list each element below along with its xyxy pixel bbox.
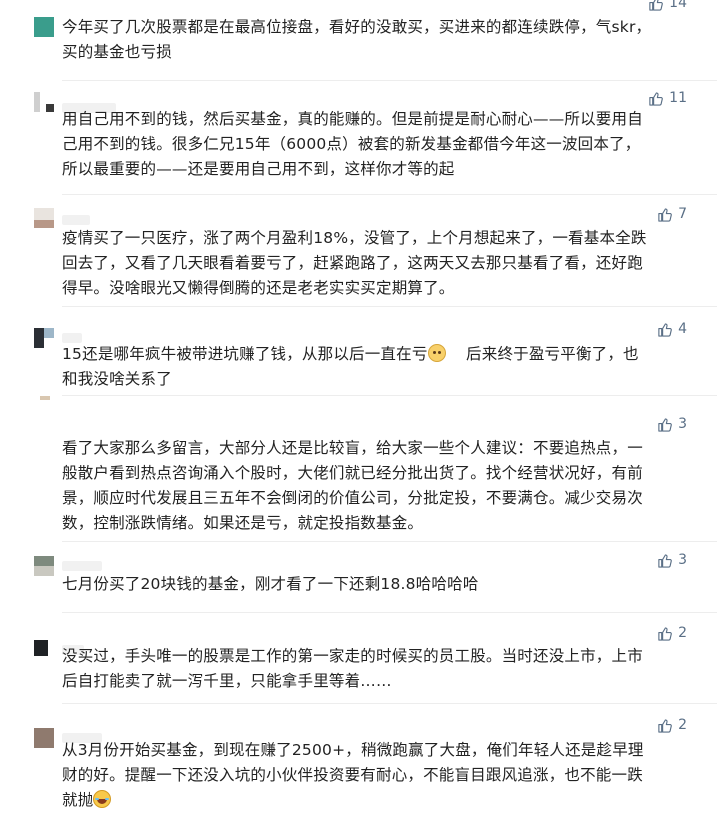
thumbs-up-icon xyxy=(658,626,672,641)
comment-text: 疫情买了一只医疗，涨了两个月盈利18%，没管了，上个月想起来了，一看基本全跌 回… xyxy=(62,229,647,297)
divider xyxy=(62,306,717,307)
divider xyxy=(62,541,717,542)
like-count: 2 xyxy=(678,625,687,641)
thumbs-up-icon xyxy=(649,0,664,11)
comment-text: 今年买了几次股票都是在最高位接盘，看好的没敢买，买进来的都连续跌停，气skr， … xyxy=(62,18,652,61)
thumbs-up-icon xyxy=(658,553,672,568)
avatar[interactable] xyxy=(34,92,54,112)
comment-item: 4 15还是哪年疯牛被带进坑赚了钱，从那以后一直在亏 后来终于盈亏平衡了，也 和… xyxy=(0,312,717,396)
avatar[interactable] xyxy=(34,17,54,37)
divider xyxy=(62,194,717,195)
comment-text: 没买过，手头唯一的股票是工作的第一家走的时候买的员工股。当时还没上市，上市 后自… xyxy=(62,647,643,690)
like-count: 11 xyxy=(669,90,687,106)
username[interactable] xyxy=(62,328,82,343)
divider xyxy=(62,703,717,704)
comment-item: 3 七月份买了20块钱的基金，刚才看了一下还剩18.8哈哈哈哈 xyxy=(0,546,717,612)
avatar[interactable] xyxy=(34,208,54,228)
comment-item: 3 看了大家那么多留言，大部分人还是比较盲，给大家一些个人建议：不要追热点，一 … xyxy=(0,396,717,546)
like-button[interactable]: 14 xyxy=(648,0,687,11)
thumbs-up-icon xyxy=(658,322,672,337)
comment-text: 从3月份开始买基金，到现在赚了2500+，稍微跑赢了大盘，俺们年轻人还是趁早理 … xyxy=(62,741,644,809)
laughing-tears-face-icon xyxy=(93,790,112,808)
comment-text: 看了大家那么多留言，大部分人还是比较盲，给大家一些个人建议：不要追热点，一 般散… xyxy=(62,439,643,532)
comment-item: 11 用自己用不到的钱，然后买基金，真的能赚的。但是前提是耐心耐心——所以要用自… xyxy=(0,86,717,196)
like-count: 7 xyxy=(678,206,687,222)
thumbs-up-icon xyxy=(658,207,672,222)
comment-item: 2 没买过，手头唯一的股票是工作的第一家走的时候买的员工股。当时还没上市，上市 … xyxy=(0,616,717,704)
like-button[interactable]: 3 xyxy=(657,416,687,432)
like-button[interactable]: 7 xyxy=(657,206,687,222)
like-button[interactable]: 4 xyxy=(657,321,687,337)
username[interactable] xyxy=(62,556,102,571)
comment-text: 15还是哪年疯牛被带进坑赚了钱，从那以后一直在亏 后来终于盈亏平衡了，也 和我没… xyxy=(62,344,639,388)
like-button[interactable]: 3 xyxy=(657,552,687,568)
like-button[interactable]: 2 xyxy=(657,625,687,641)
comment-text: 七月份买了20块钱的基金，刚才看了一下还剩18.8哈哈哈哈 xyxy=(62,575,479,593)
avatar[interactable] xyxy=(34,328,54,348)
avatar[interactable] xyxy=(34,640,54,660)
avatar[interactable] xyxy=(34,396,54,416)
like-count: 3 xyxy=(678,416,687,432)
avatar[interactable] xyxy=(34,556,54,576)
divider xyxy=(62,612,717,613)
like-button[interactable]: 2 xyxy=(657,717,687,733)
comment-item: 7 疫情买了一只医疗，涨了两个月盈利18%，没管了，上个月想起来了，一看基本全跌… xyxy=(0,200,717,308)
thumbs-up-icon xyxy=(658,718,672,733)
like-count: 3 xyxy=(678,552,687,568)
like-count: 2 xyxy=(678,717,687,733)
like-button[interactable]: 11 xyxy=(648,90,687,106)
thumbs-up-icon xyxy=(649,91,664,106)
like-count: 14 xyxy=(669,0,687,11)
comment-text: 用自己用不到的钱，然后买基金，真的能赚的。但是前提是耐心耐心——所以要用自 己用… xyxy=(62,110,643,178)
comment-item: 14 今年买了几次股票都是在最高位接盘，看好的没敢买，买进来的都连续跌停，气sk… xyxy=(0,0,717,86)
divider xyxy=(62,80,717,81)
like-count: 4 xyxy=(678,321,687,337)
worried-face-icon xyxy=(427,344,446,362)
avatar[interactable] xyxy=(34,728,54,748)
username[interactable] xyxy=(62,210,90,225)
thumbs-up-icon xyxy=(658,417,672,432)
comment-item: 2 从3月份开始买基金，到现在赚了2500+，稍微跑赢了大盘，俺们年轻人还是趁早… xyxy=(0,708,717,823)
